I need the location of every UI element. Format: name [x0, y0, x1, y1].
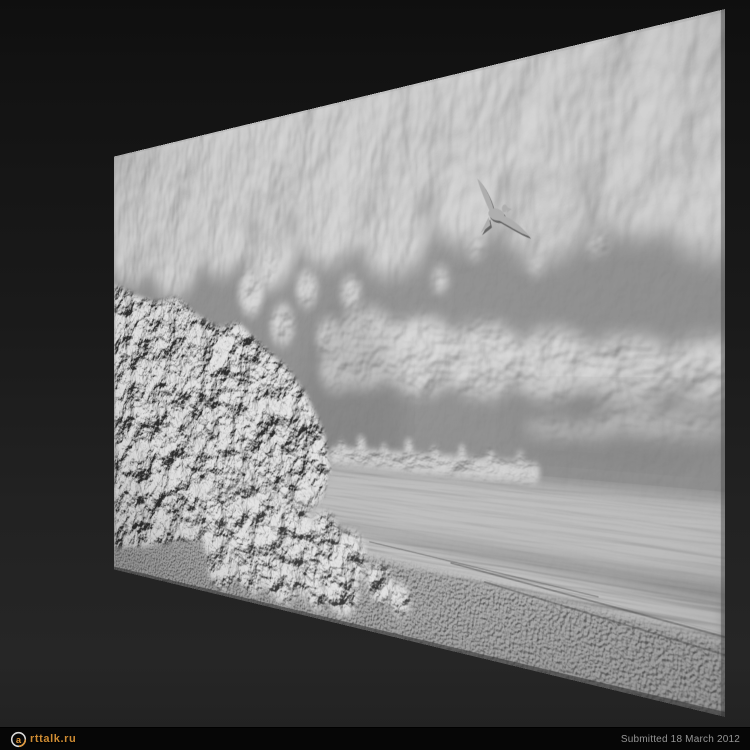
sculpt-canvas-plane[interactable]	[114, 9, 725, 717]
arttalk-logo-text: rttalk.ru	[30, 733, 77, 745]
arttalk-logo-mark-letter: a	[16, 734, 22, 744]
arttalk-logo-mark-icon: a	[10, 731, 27, 747]
arttalk-logo[interactable]: a rttalk.ru	[10, 731, 76, 748]
submission-date-label: Submitted 18 March 2012	[620, 733, 740, 745]
vignette-overlay	[114, 9, 725, 717]
render-viewport: a rttalk.ru Submitted 18 March 2012	[0, 0, 750, 750]
relief-scene	[114, 9, 725, 717]
footer-bar: a rttalk.ru Submitted 18 March 2012	[0, 727, 750, 750]
